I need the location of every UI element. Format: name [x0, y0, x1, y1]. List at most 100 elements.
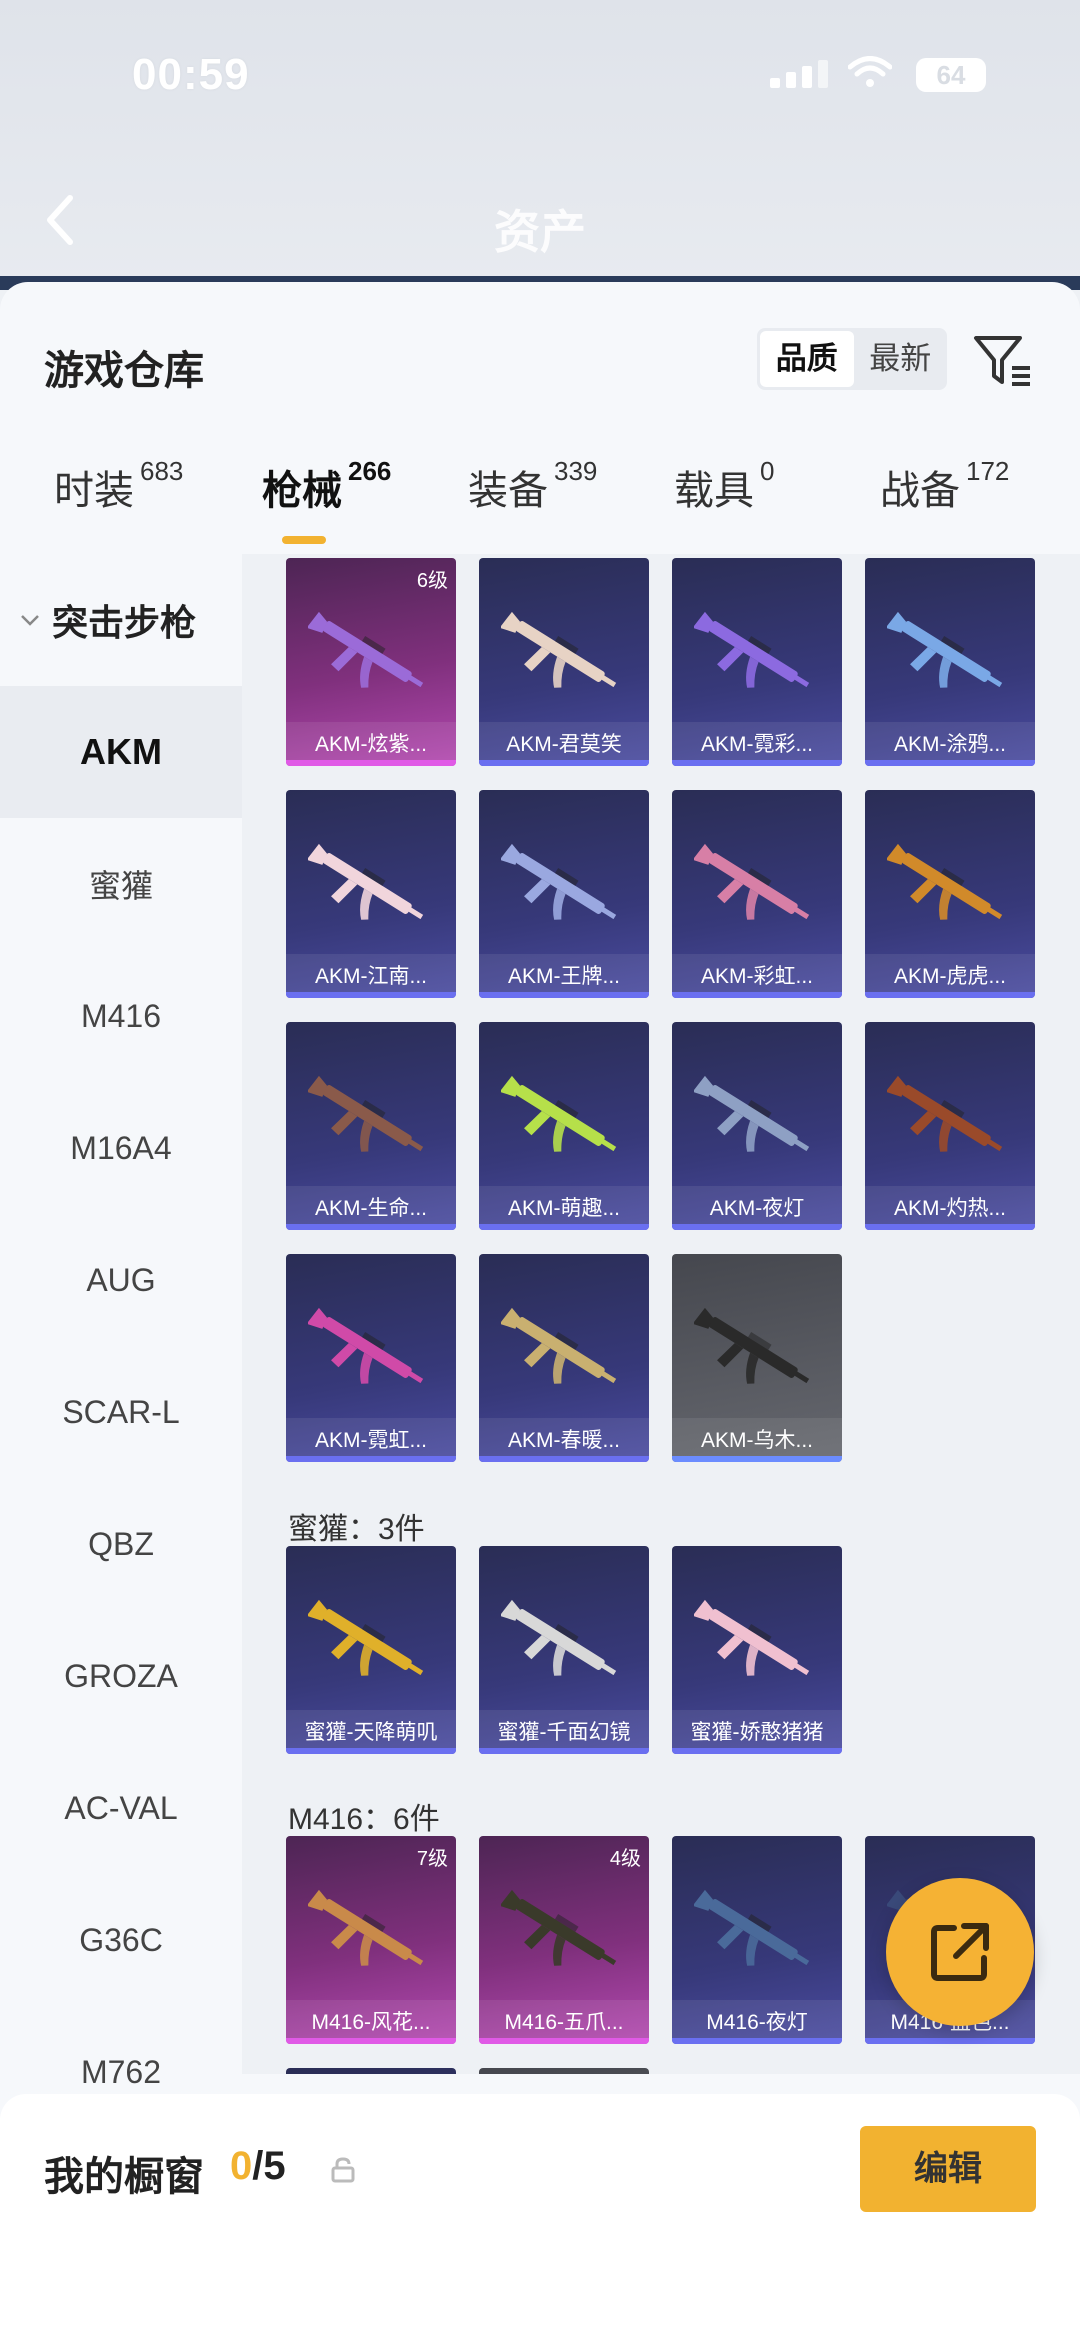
- sort-newest-option[interactable]: 最新: [854, 331, 948, 387]
- tab-label: 载具: [674, 469, 754, 513]
- item-name: AKM-生命...: [314, 1197, 427, 1220]
- item-name: AKM-彩虹...: [700, 965, 813, 988]
- item-name: AKM-霓彩...: [700, 733, 813, 756]
- sort-quality-option[interactable]: 品质: [760, 331, 854, 387]
- gun-icon: [694, 611, 810, 688]
- sidebar-item-g36c[interactable]: G36C: [0, 1874, 242, 2006]
- item-card[interactable]: AKM-霓彩...: [672, 558, 842, 766]
- gun-icon: [308, 843, 424, 920]
- gun-icon: [308, 1307, 424, 1384]
- item-level: 7级: [416, 1848, 448, 1870]
- rarity-bar: [286, 2038, 456, 2044]
- warehouse-sheet: 游戏仓库 品质 最新 时装 683 枪械 266 装备 339 载具 0 战备 172 突…: [0, 282, 1080, 2341]
- gun-icon: [694, 1307, 810, 1384]
- rarity-bar: [672, 2038, 842, 2044]
- item-card[interactable]: [479, 2068, 649, 2074]
- share-button[interactable]: [886, 1878, 1034, 2026]
- gun-icon: [501, 1075, 617, 1152]
- sidebar-item-akm[interactable]: AKM: [0, 686, 242, 818]
- item-card[interactable]: M416-五爪... 4级: [479, 1836, 649, 2044]
- tab-count: 266: [348, 456, 392, 486]
- tab-firearms[interactable]: 枪械 266: [262, 456, 392, 516]
- item-card[interactable]: AKM-灼热...: [865, 1022, 1035, 1230]
- filter-icon[interactable]: [972, 332, 1034, 390]
- item-card[interactable]: AKM-虎虎...: [865, 790, 1035, 998]
- rarity-bar: [286, 1748, 456, 1754]
- tab-vehicles[interactable]: 载具 0: [674, 456, 774, 516]
- share-icon: [931, 1923, 989, 1981]
- gun-icon: [308, 1599, 424, 1676]
- tab-fashion[interactable]: 时装 683: [54, 456, 183, 516]
- category-assault-rifles[interactable]: 突击步枪: [0, 554, 242, 686]
- item-name: 蜜獾-天降萌叽: [304, 1721, 438, 1744]
- item-card[interactable]: AKM-江南...: [286, 790, 456, 998]
- rarity-bar: [479, 760, 649, 766]
- item-card[interactable]: AKM-涂鸦...: [865, 558, 1035, 766]
- item-card[interactable]: AKM-炫紫... 6级: [286, 558, 456, 766]
- rarity-bar: [865, 1224, 1035, 1230]
- tab-equipment[interactable]: 装备 339: [468, 456, 598, 516]
- battery-indicator: 64: [916, 58, 986, 92]
- rarity-bar: [479, 1748, 649, 1754]
- rarity-bar: [672, 760, 842, 766]
- gun-icon: [887, 611, 1003, 688]
- section-title-honey-badger: 蜜獾：3件: [288, 1513, 425, 1546]
- category-tabs: 时装 683 枪械 266 装备 339 载具 0 战备 172: [0, 456, 1080, 554]
- item-card[interactable]: 蜜獾-千面幻镜: [479, 1546, 649, 1754]
- item-name: M416-夜灯: [706, 2011, 808, 2034]
- tab-count: 339: [554, 456, 598, 486]
- rarity-bar: [865, 760, 1035, 766]
- sidebar-item-aug[interactable]: AUG: [0, 1214, 242, 1346]
- sidebar-item-ac-val[interactable]: AC-VAL: [0, 1742, 242, 1874]
- item-card[interactable]: AKM-王牌...: [479, 790, 649, 998]
- item-name: AKM-夜灯: [709, 1197, 805, 1220]
- item-level: 6级: [416, 570, 448, 592]
- section-title-m416: M416：6件: [288, 1803, 440, 1836]
- item-name: AKM-灼热...: [893, 1197, 1006, 1220]
- rarity-bar: [479, 1456, 649, 1462]
- tab-count: 172: [966, 456, 1010, 486]
- item-card[interactable]: AKM-乌木...: [672, 1254, 842, 1462]
- item-card[interactable]: AKM-霓虹...: [286, 1254, 456, 1462]
- item-card[interactable]: AKM-君莫笑: [479, 558, 649, 766]
- header-background: 00:59 64 资产: [0, 0, 1080, 290]
- sidebar-item-蜜獾[interactable]: 蜜獾: [0, 818, 242, 950]
- item-name: M416-五爪...: [504, 2011, 624, 2034]
- rarity-bar: [865, 2038, 1035, 2044]
- item-name: AKM-春暖...: [507, 1429, 620, 1452]
- gun-icon: [501, 1599, 617, 1676]
- tab-supplies[interactable]: 战备 172: [880, 456, 1010, 516]
- sidebar-item-m16a4[interactable]: M16A4: [0, 1082, 242, 1214]
- item-card[interactable]: AKM-春暖...: [479, 1254, 649, 1462]
- item-card[interactable]: AKM-萌趣...: [479, 1022, 649, 1230]
- item-card[interactable]: M416-夜灯: [672, 1836, 842, 2044]
- wifi-icon: [848, 56, 892, 87]
- gun-icon: [308, 1075, 424, 1152]
- sidebar-item-scar-l[interactable]: SCAR-L: [0, 1346, 242, 1478]
- page-title: 资产: [494, 206, 586, 258]
- item-name: AKM-乌木...: [700, 1429, 813, 1452]
- item-card[interactable]: 蜜獾-娇憨猪猪: [672, 1546, 842, 1754]
- sidebar-item-m416[interactable]: M416: [0, 950, 242, 1082]
- rarity-bar: [286, 1456, 456, 1462]
- tab-label: 战备: [880, 469, 960, 513]
- item-name: AKM-江南...: [314, 965, 427, 988]
- gun-icon: [694, 1599, 810, 1676]
- item-name: 蜜獾-千面幻镜: [497, 1721, 631, 1744]
- sidebar-item-groza[interactable]: GROZA: [0, 1610, 242, 1742]
- item-card[interactable]: AKM-夜灯: [672, 1022, 842, 1230]
- gun-icon: [501, 843, 617, 920]
- item-card[interactable]: [286, 2068, 456, 2074]
- item-card[interactable]: 蜜獾-天降萌叽: [286, 1546, 456, 1754]
- edit-button[interactable]: 编辑: [860, 2126, 1036, 2212]
- showcase-count: 0/5: [230, 2144, 286, 2189]
- rarity-bar: [672, 992, 842, 998]
- item-name: AKM-涂鸦...: [893, 733, 1006, 756]
- item-card[interactable]: AKM-彩虹...: [672, 790, 842, 998]
- item-card[interactable]: M416-风花... 7级: [286, 1836, 456, 2044]
- item-card[interactable]: AKM-生命...: [286, 1022, 456, 1230]
- showcase-bar: 我的橱窗 0/5 编辑: [0, 2094, 1080, 2341]
- gun-icon: [694, 1075, 810, 1152]
- item-grid: AKM-炫紫... 6级 AKM-君莫笑 AKM-霓彩... AKM-涂鸦... AKM-…: [242, 554, 1080, 2074]
- sidebar-item-qbz[interactable]: QBZ: [0, 1478, 242, 1610]
